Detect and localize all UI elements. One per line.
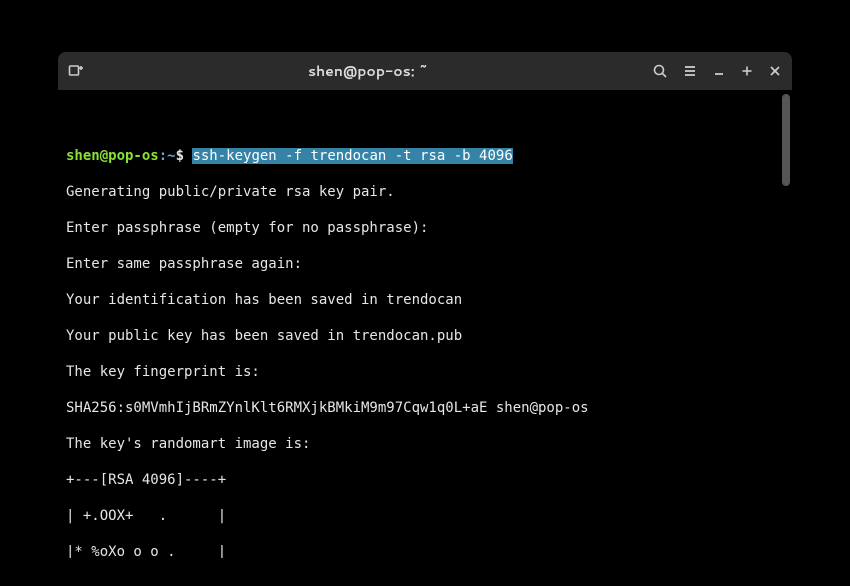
search-icon[interactable]	[652, 63, 668, 79]
new-tab-icon[interactable]	[68, 63, 84, 79]
output-line: Your public key has been saved in trendo…	[66, 327, 784, 345]
menu-icon[interactable]	[682, 63, 698, 79]
window-title: shen@pop-os: ~	[84, 61, 652, 81]
maximize-button[interactable]	[740, 64, 754, 78]
command-text: ssh-keygen -f trendocan -t rsa -b 4096	[192, 148, 512, 164]
minimize-button[interactable]	[712, 64, 726, 78]
scrollbar-thumb[interactable]	[782, 94, 790, 186]
prompt-user-host: shen@pop-os	[66, 148, 159, 164]
output-line: Enter same passphrase again:	[66, 255, 784, 273]
prompt-line-1: shen@pop-os:~$ ssh-keygen -f trendocan -…	[66, 147, 784, 165]
output-line: |* %oXo o o . |	[66, 543, 784, 558]
output-line: | +.OOX+ . |	[66, 507, 784, 525]
output-line: The key's randomart image is:	[66, 435, 784, 453]
output-line: Generating public/private rsa key pair.	[66, 183, 784, 201]
output-line: The key fingerprint is:	[66, 363, 784, 381]
output-line: Enter passphrase (empty for no passphras…	[66, 219, 784, 237]
titlebar: shen@pop-os: ~	[58, 52, 792, 90]
prompt-path: ~	[167, 148, 175, 164]
terminal-window: shen@pop-os: ~	[58, 52, 792, 558]
close-button[interactable]	[768, 64, 782, 78]
output-line: SHA256:s0MVmhIjBRmZYnlKlt6RMXjkBMkiM9m97…	[66, 399, 784, 417]
output-line: Your identification has been saved in tr…	[66, 291, 784, 309]
terminal-body[interactable]: shen@pop-os:~$ ssh-keygen -f trendocan -…	[58, 90, 792, 558]
prompt-dollar: $	[176, 148, 193, 164]
prompt-colon: :	[159, 148, 167, 164]
output-line: +---[RSA 4096]----+	[66, 471, 784, 489]
